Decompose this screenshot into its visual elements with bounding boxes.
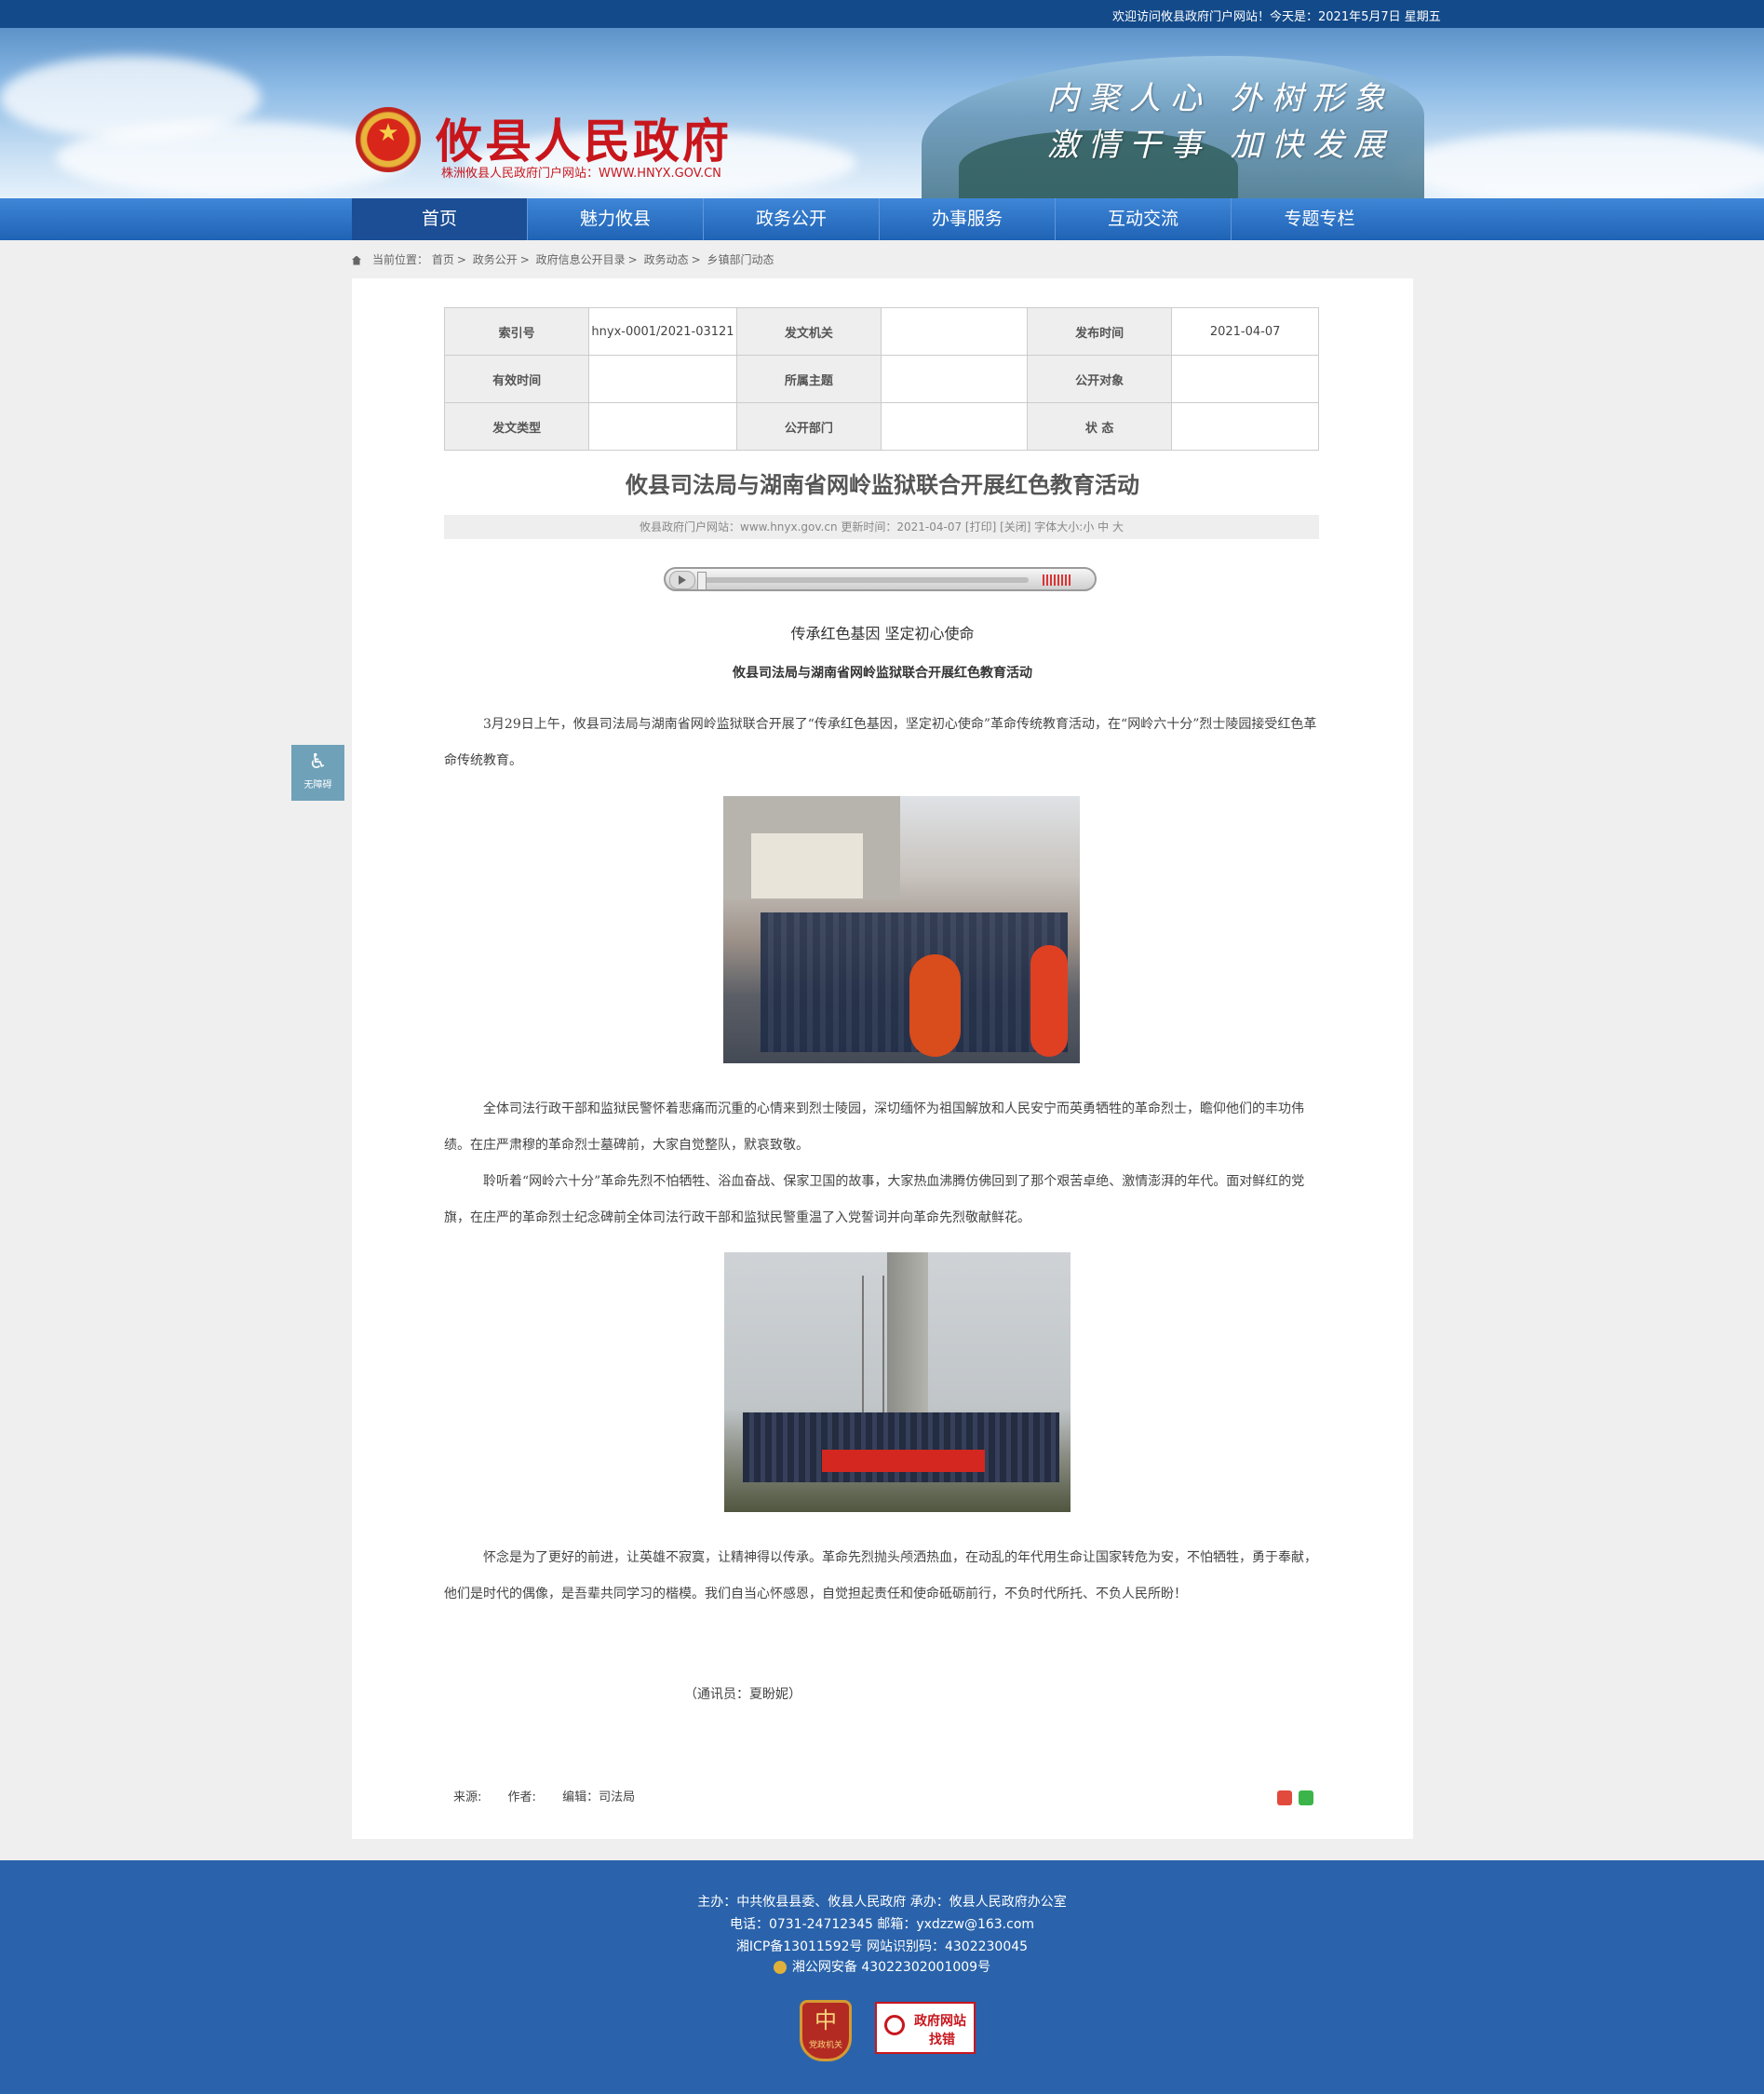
nav-services[interactable]: 办事服务 xyxy=(880,198,1056,240)
paragraph-3: 聆听着“网岭六十分”革命先烈不怕牺牲、浴血奋战、保家卫国的故事，大家热血沸腾仿佛… xyxy=(444,1174,1305,1225)
nav-special-topics[interactable]: 专题专栏 xyxy=(1232,198,1407,240)
footer-police-record[interactable]: 湘公网安备 43022302001009号 xyxy=(0,1957,1764,1976)
national-emblem-icon: ★ xyxy=(356,107,421,172)
photo-monument-group xyxy=(724,1252,1071,1512)
police-badge-icon xyxy=(773,1961,787,1974)
metadata-table: 索引号 hnyx-0001/2021-03121 发文机关 发布时间 2021-04… xyxy=(443,307,1319,451)
site-header: ★ 攸县人民政府 株洲攸县人民政府门户网站：WWW.HNYX.GOV.CN 内聚… xyxy=(0,28,1764,198)
weibo-share-icon[interactable] xyxy=(1277,1790,1292,1805)
party-gov-badge[interactable]: 中党政机关 xyxy=(800,2000,852,2061)
nav-gov-affairs[interactable]: 政务公开 xyxy=(704,198,880,240)
progress-thumb[interactable] xyxy=(697,572,707,590)
article-title: 攸县司法局与湖南省网岭监狱联合开展红色教育活动 xyxy=(626,472,1139,498)
wechat-share-icon[interactable] xyxy=(1299,1790,1313,1805)
article-subtitle: 传承红色基因 坚定初心使命 xyxy=(790,625,975,642)
footer-contact: 电话：0731-24712345 邮箱：yxdzzw@163.com xyxy=(729,1917,1035,1932)
nav-charm-youxian[interactable]: 魅力攸县 xyxy=(528,198,704,240)
welcome-text: 欢迎访问攸县政府门户网站！今天是：2021年5月7日 星期五 xyxy=(1112,10,1441,24)
paragraph-4: 怀念是为了更好的前进，让英雄不寂寞，让精神得以传承。革命先烈抛头颅洒热血，在动乱… xyxy=(444,1550,1317,1601)
slogan-line2: 激情干事 加快发展 xyxy=(1047,127,1394,164)
main-nav: 首页 魅力攸县 政务公开 办事服务 互动交流 专题专栏 xyxy=(0,198,1764,240)
crumb-home[interactable]: 首页 xyxy=(432,253,454,266)
top-bar: 欢迎访问攸县政府门户网站！今天是：2021年5月7日 星期五 xyxy=(0,0,1764,28)
site-url: 株洲攸县人民政府门户网站：WWW.HNYX.GOV.CN xyxy=(441,167,721,181)
article-info-bar: 攸县政府门户网站：www.hnyx.gov.cn 更新时间：2021-04-07… xyxy=(444,515,1319,539)
nav-interaction[interactable]: 互动交流 xyxy=(1056,198,1232,240)
wheelchair-icon: ♿ xyxy=(308,750,328,774)
footer-icp[interactable]: 湘ICP备13011592号 网站识别码：4302230045 xyxy=(0,1937,1764,1955)
breadcrumb: 当前位置： 首页 > 政务公开 > 政府信息公开目录 > 政务动态 > 乡镇部门动态 xyxy=(352,251,774,267)
site-footer: 主办：中共攸县县委、攸县人民政府 承办：攸县人民政府办公室 电话：0731-24… xyxy=(0,1860,1764,2094)
home-icon xyxy=(352,255,361,265)
magnifier-icon xyxy=(884,2015,905,2035)
author-label: 作者: xyxy=(507,1790,536,1804)
footer-sponsor: 主办：中共攸县县委、攸县人民政府 承办：攸县人民政府办公室 xyxy=(697,1895,1067,1910)
crumb-dept-news[interactable]: 乡镇部门动态 xyxy=(707,253,774,266)
party-gov-emblem-icon: 中 xyxy=(815,2007,837,2033)
crumb-info-catalog[interactable]: 政府信息公开目录 xyxy=(536,253,626,266)
nav-home[interactable]: 首页 xyxy=(352,198,528,240)
play-icon xyxy=(679,575,686,585)
article-subheading: 攸县司法局与湖南省网岭监狱联合开展红色教育活动 xyxy=(733,666,1032,681)
editor-label: 编辑：司法局 xyxy=(562,1790,636,1804)
photo-memorial-gate xyxy=(723,796,1080,1063)
paragraph-1: 3月29日上午，攸县司法局与湖南省网岭监狱联合开展了“传承红色基因，坚定初心使命… xyxy=(444,717,1317,768)
accessibility-button[interactable]: ♿ 无障碍 xyxy=(291,745,344,801)
source-label: 来源: xyxy=(453,1790,482,1804)
paragraph-2: 全体司法行政干部和监狱民警怀着悲痛而沉重的心情来到烈士陵园，深切缅怀为祖国解放和… xyxy=(444,1101,1304,1153)
audio-player[interactable] xyxy=(664,567,1097,591)
volume-icon[interactable] xyxy=(1043,574,1071,586)
site-name: 攸县人民政府 xyxy=(436,114,732,169)
article-footer-info: 来源: 作者: 编辑：司法局 xyxy=(453,1787,657,1804)
play-button[interactable] xyxy=(669,571,695,589)
slogan-line1: 内聚人心 外树形象 xyxy=(1047,80,1394,117)
progress-track[interactable] xyxy=(703,577,1029,583)
reporter-credit: （通讯员：夏盼妮） xyxy=(684,1687,801,1702)
crumb-gov-affairs[interactable]: 政务公开 xyxy=(473,253,518,266)
article-container: 索引号 hnyx-0001/2021-03121 发文机关 发布时间 2021-04… xyxy=(352,278,1413,1839)
crumb-news[interactable]: 政务动态 xyxy=(644,253,689,266)
gov-site-error-report[interactable]: 政府网站 找错 xyxy=(875,2002,976,2054)
